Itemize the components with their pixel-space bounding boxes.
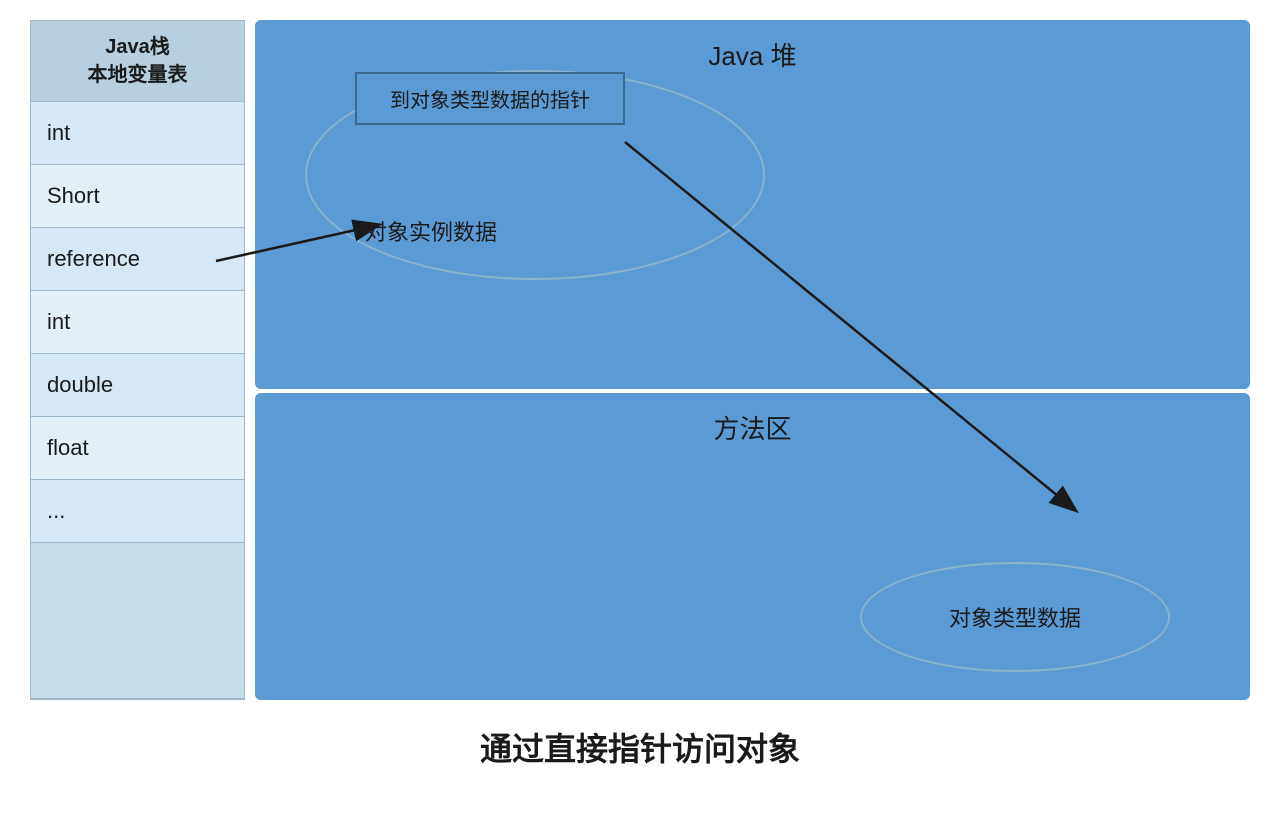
method-area-title: 方法区: [279, 409, 1226, 446]
stack-item-ellipsis: ...: [31, 480, 244, 543]
stack-header: Java栈本地变量表: [31, 21, 244, 102]
main-diagram: Java栈本地变量表 int Short reference int doubl…: [30, 20, 1250, 700]
method-area: 方法区 对象类型数据: [255, 393, 1250, 700]
stack-item-reference: reference: [31, 228, 244, 291]
stack-item-double: double: [31, 354, 244, 417]
stack-panel: Java栈本地变量表 int Short reference int doubl…: [30, 20, 245, 700]
stack-item-int1: int: [31, 102, 244, 165]
pointer-box: 到对象类型数据的指针: [355, 72, 625, 125]
instance-label: 对象实例数据: [365, 215, 497, 247]
stack-item-int2: int: [31, 291, 244, 354]
stack-item-short: Short: [31, 165, 244, 228]
right-panel: Java 堆 到对象类型数据的指针 对象实例数据 方法区: [255, 20, 1250, 700]
type-data-label: 对象类型数据: [949, 601, 1081, 633]
heap-title: Java 堆: [279, 36, 1226, 73]
footer-title: 通过直接指针访问对象: [480, 724, 800, 770]
heap-area: Java 堆 到对象类型数据的指针 对象实例数据: [255, 20, 1250, 389]
stack-item-float: float: [31, 417, 244, 480]
stack-spacer: [31, 543, 244, 699]
type-data-ellipse: 对象类型数据: [860, 562, 1170, 672]
